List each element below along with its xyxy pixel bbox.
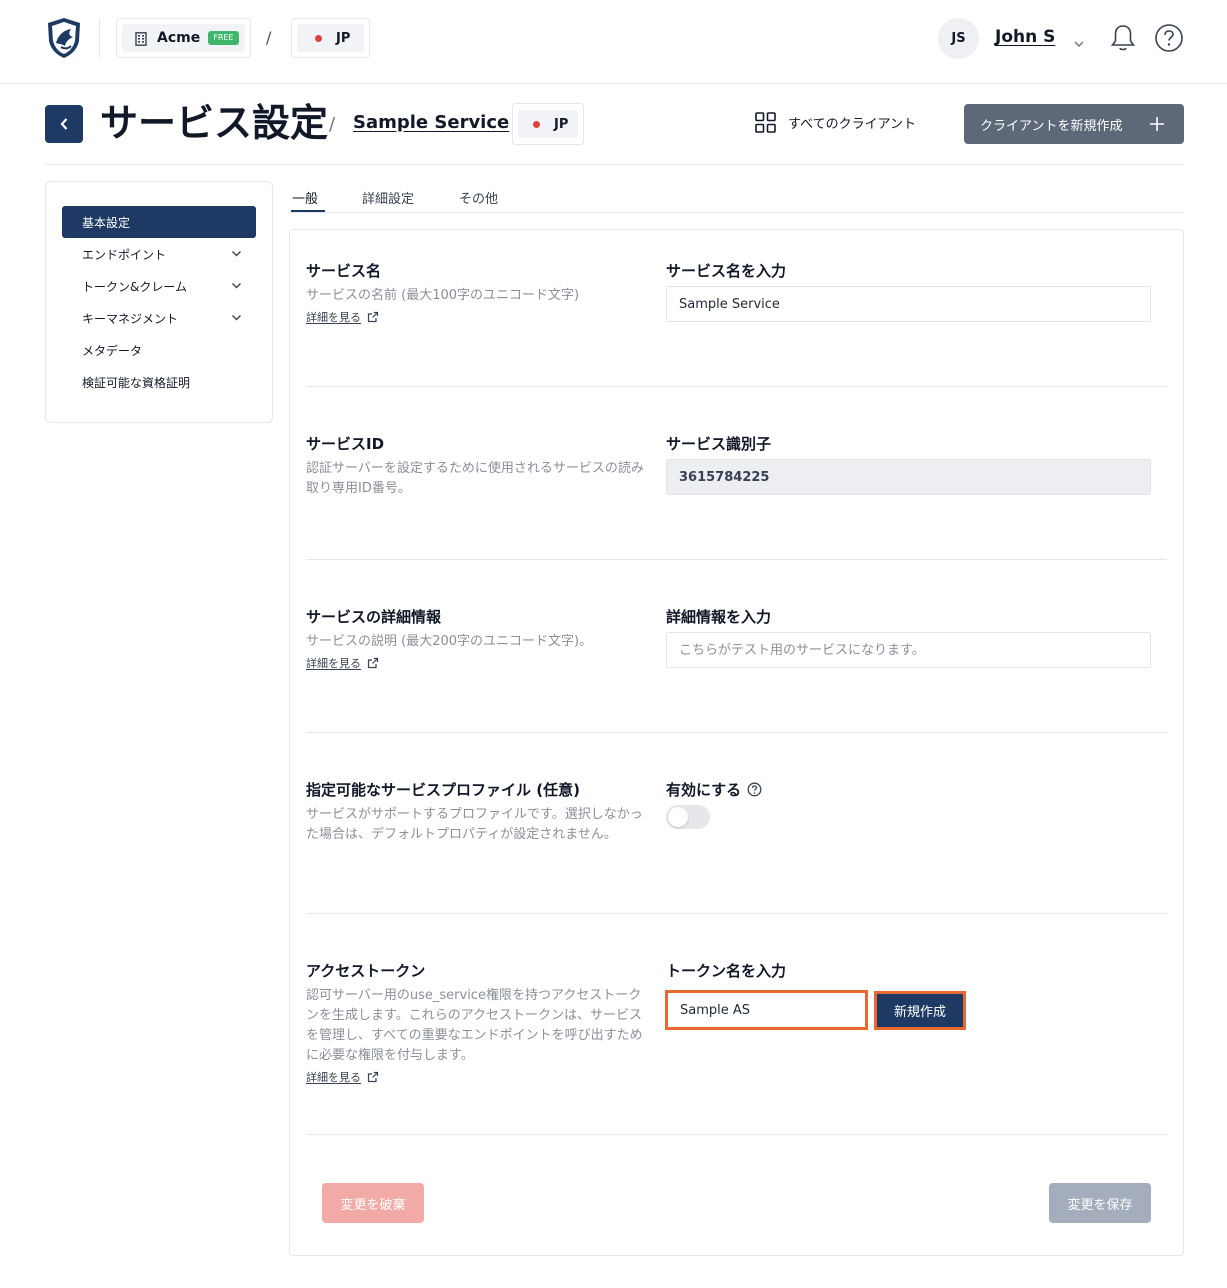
- building-icon: [135, 31, 147, 46]
- external-link-icon: [367, 657, 379, 669]
- divider: [306, 559, 1167, 560]
- enable-profile-label: 有効にする: [666, 779, 762, 800]
- sidebar-item-basic-settings[interactable]: 基本設定: [62, 206, 256, 238]
- divider: [289, 212, 1184, 213]
- settings-panel: [289, 229, 1184, 1256]
- region-switcher[interactable]: JP: [291, 18, 370, 58]
- divider: [306, 732, 1167, 733]
- service-details-title: サービスの詳細情報: [306, 608, 442, 626]
- chevron-down-icon: [232, 315, 241, 321]
- region-status-dot: [315, 34, 322, 42]
- back-button[interactable]: [45, 105, 83, 143]
- shield-logo-icon[interactable]: [44, 17, 84, 59]
- service-name-more-link[interactable]: 詳細を見る: [306, 309, 379, 325]
- service-name-description: サービスの名前 (最大100字のユニコード文字): [306, 288, 580, 303]
- token-name-field-label: トークン名を入力: [666, 962, 787, 980]
- organization-name: Acme: [157, 30, 201, 46]
- chevron-left-icon: [60, 118, 68, 130]
- sidebar-item-key-management[interactable]: キーマネジメント: [62, 302, 256, 334]
- page-title: サービス設定: [100, 101, 329, 145]
- service-identifier-field: [666, 459, 1151, 495]
- service-details-field-label: 詳細情報を入力: [666, 608, 772, 626]
- divider: [99, 18, 100, 58]
- tab-other[interactable]: その他: [459, 188, 498, 207]
- grid-icon: [755, 112, 776, 133]
- region-label: JP: [554, 116, 569, 132]
- service-profile-description: サービスがサポートするプロファイルです。選択しなかった場合は、デフォルトプロパテ…: [306, 807, 643, 842]
- region-status-dot: [533, 120, 540, 128]
- sidebar-item-tokens-claims[interactable]: トークン&クレーム: [62, 270, 256, 302]
- help-icon: [747, 782, 762, 797]
- top-bar: Acme FREE / JP JS John S: [0, 0, 1227, 84]
- create-client-button[interactable]: クライアントを新規作成: [964, 104, 1184, 144]
- enable-profile-toggle[interactable]: [666, 805, 710, 829]
- service-details-more-link[interactable]: 詳細を見る: [306, 655, 379, 671]
- region-label: JP: [336, 30, 351, 46]
- service-profile-title: 指定可能なサービスプロファイル (任意): [306, 781, 580, 799]
- settings-sidebar: 基本設定 エンドポイント トークン&クレーム キーマネジメント メタデータ 検証…: [45, 181, 273, 423]
- save-changes-button[interactable]: 変更を保存: [1049, 1183, 1151, 1223]
- tab-general[interactable]: 一般: [292, 188, 318, 207]
- organization-switcher[interactable]: Acme FREE: [116, 18, 251, 58]
- service-name-title: サービス名: [306, 262, 382, 280]
- avatar[interactable]: JS: [938, 18, 979, 59]
- sidebar-item-metadata[interactable]: メタデータ: [62, 334, 256, 366]
- service-name-input[interactable]: [666, 286, 1151, 322]
- chevron-down-icon: [232, 283, 241, 289]
- external-link-icon: [367, 311, 379, 323]
- token-name-input[interactable]: [665, 990, 868, 1030]
- divider: [45, 164, 1184, 165]
- service-id-description: 認証サーバーを設定するために使用されるサービスの読み取り専用ID番号。: [306, 461, 644, 496]
- divider: [306, 1134, 1167, 1135]
- plan-badge: FREE: [208, 31, 239, 45]
- service-name-link[interactable]: Sample Service: [353, 112, 509, 133]
- discard-changes-button[interactable]: 変更を破棄: [322, 1183, 424, 1223]
- access-token-title: アクセストークン: [306, 962, 426, 980]
- help-icon[interactable]: [1154, 23, 1184, 53]
- plus-icon: [1150, 117, 1164, 131]
- bell-icon[interactable]: [1109, 23, 1137, 53]
- access-token-more-link[interactable]: 詳細を見る: [306, 1069, 379, 1085]
- access-token-description: 認可サーバー用のuse_service権限を持つアクセストークンを生成します。こ…: [306, 988, 643, 1063]
- all-clients-label: すべてのクライアント: [788, 117, 917, 132]
- service-details-input[interactable]: [666, 632, 1151, 668]
- user-menu-name[interactable]: John S: [995, 27, 1055, 47]
- breadcrumb-separator: /: [266, 28, 272, 47]
- create-client-label: クライアントを新規作成: [980, 118, 1123, 134]
- sidebar-item-endpoints[interactable]: エンドポイント: [62, 238, 256, 270]
- service-id-title: サービスID: [306, 435, 385, 453]
- sidebar-item-verifiable-credentials[interactable]: 検証可能な資格証明: [62, 366, 256, 398]
- chevron-down-icon[interactable]: [1073, 33, 1085, 47]
- toggle-knob: [668, 807, 688, 827]
- chevron-down-icon: [232, 251, 241, 257]
- service-name-field-label: サービス名を入力: [666, 262, 787, 280]
- divider: [306, 386, 1167, 387]
- all-clients-link[interactable]: すべてのクライアント: [755, 112, 916, 133]
- breadcrumb-separator: /: [329, 114, 336, 135]
- create-token-button[interactable]: 新規作成: [874, 991, 966, 1030]
- external-link-icon: [367, 1071, 379, 1083]
- tab-advanced[interactable]: 詳細設定: [362, 188, 414, 207]
- service-details-description: サービスの説明 (最大200字のユニコード文字)。: [306, 634, 593, 649]
- service-region-badge: JP: [512, 103, 584, 145]
- divider: [306, 913, 1167, 914]
- service-identifier-label: サービス識別子: [666, 435, 772, 453]
